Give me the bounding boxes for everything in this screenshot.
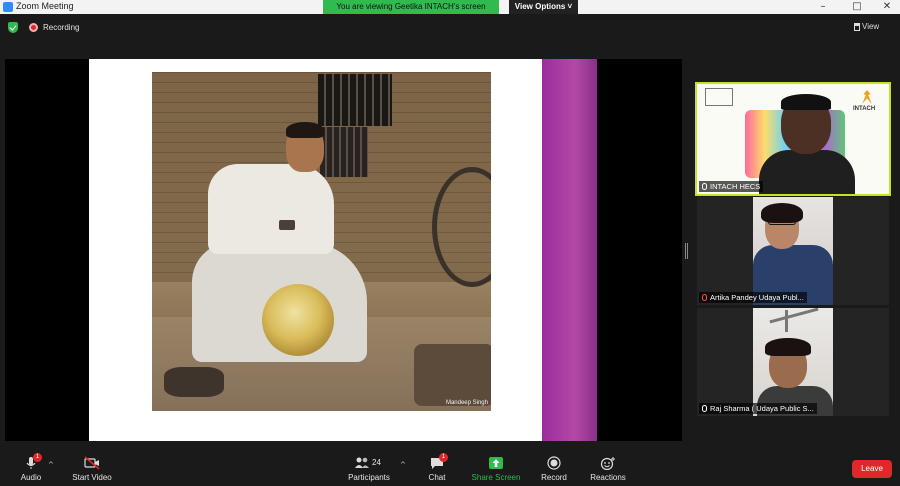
mic-muted-icon — [702, 405, 707, 412]
record-label: Record — [541, 473, 567, 482]
audio-options-caret[interactable]: ^ — [48, 461, 54, 469]
hecs-logo — [705, 88, 733, 106]
record-icon — [546, 456, 562, 470]
chat-icon: 1 — [429, 453, 448, 470]
participants-options-caret[interactable]: ^ — [400, 461, 406, 469]
recording-label: Recording — [43, 23, 80, 32]
close-button[interactable]: ✕ — [876, 0, 898, 14]
intach-logo-text: INTACH — [853, 106, 876, 112]
video-off-icon — [84, 456, 100, 470]
record-button[interactable]: Record — [538, 448, 570, 486]
photo-hammer — [279, 220, 295, 230]
ceiling-fan-rod — [785, 310, 788, 332]
photo-craftsman-shirt — [208, 164, 334, 254]
share-banner: You are viewing Geetika INTACH's screen — [323, 0, 499, 14]
recording-icon — [29, 23, 38, 32]
participants-label: Participants — [348, 473, 390, 482]
participants-icon: 24 — [354, 456, 384, 470]
mic-muted-icon — [702, 294, 707, 301]
participant-count: 24 — [372, 458, 381, 467]
minimize-button[interactable]: – — [812, 0, 834, 14]
view-button[interactable]: View — [862, 22, 879, 31]
microphone-icon: 1 — [23, 453, 42, 470]
participant-name: Artika Pandey Udaya Publ... — [710, 293, 804, 302]
zoom-app-icon — [3, 2, 13, 12]
start-video-button[interactable]: Start Video — [66, 448, 118, 486]
security-shield-icon[interactable] — [8, 22, 18, 33]
participant-glasses — [768, 219, 796, 225]
participant-tile-active[interactable]: INTACH INTACH HECS — [695, 82, 891, 196]
share-screen-label: Share Screen — [471, 473, 521, 482]
participants-button[interactable]: 24 Participants — [344, 448, 394, 486]
reactions-smiley-icon — [600, 456, 616, 471]
chat-label: Chat — [428, 473, 446, 482]
share-screen-icon — [488, 456, 504, 470]
meeting-toolbar: 1 Audio ^ Start Video 24 Participants ^ … — [0, 448, 900, 486]
participant-name-tag: Artika Pandey Udaya Publ... — [699, 292, 807, 303]
reactions-button[interactable]: Reactions — [586, 448, 630, 486]
chat-badge: 1 — [439, 453, 448, 462]
window-title: Zoom Meeting — [16, 1, 74, 11]
leave-meeting-button[interactable]: Leave — [852, 460, 892, 478]
audio-badge: 1 — [33, 453, 42, 462]
view-layout-icon[interactable] — [854, 23, 860, 31]
photo-lower-window — [320, 127, 368, 177]
participant-name-tag: Raj Sharma ( Udaya Public S... — [699, 403, 817, 414]
chat-button[interactable]: 1 Chat — [422, 448, 452, 486]
mic-muted-icon — [702, 183, 707, 190]
participant-hair — [765, 338, 811, 356]
photo-anvil — [164, 367, 224, 397]
maximize-button[interactable]: □ — [846, 0, 868, 14]
photo-brass-plate — [262, 284, 334, 356]
photo-wooden-log — [414, 344, 491, 406]
panel-resize-handle[interactable] — [685, 243, 688, 259]
participant-tile[interactable]: Artika Pandey Udaya Publ... — [697, 197, 889, 305]
share-screen-button[interactable]: Share Screen — [470, 448, 522, 486]
participant-hair — [781, 94, 831, 110]
slide-photo: Mandeep Singh — [152, 72, 491, 411]
photo-credit: Mandeep Singh — [445, 400, 488, 406]
view-options-button[interactable]: View Options ˅ — [509, 0, 578, 14]
slide-decorative-strip — [542, 59, 597, 441]
reactions-label: Reactions — [590, 473, 626, 482]
photo-craftsman-hair — [286, 122, 324, 138]
audio-button[interactable]: 1 Audio — [14, 448, 48, 486]
participant-name: INTACH HECS — [710, 182, 761, 191]
participant-body — [759, 150, 855, 194]
participant-name: Raj Sharma ( Udaya Public S... — [710, 404, 814, 413]
photo-barred-window — [318, 74, 392, 126]
audio-label: Audio — [20, 473, 42, 482]
participant-name-tag: INTACH HECS — [699, 181, 764, 192]
start-video-label: Start Video — [72, 473, 112, 482]
participant-tile[interactable]: Raj Sharma ( Udaya Public S... — [697, 308, 889, 416]
